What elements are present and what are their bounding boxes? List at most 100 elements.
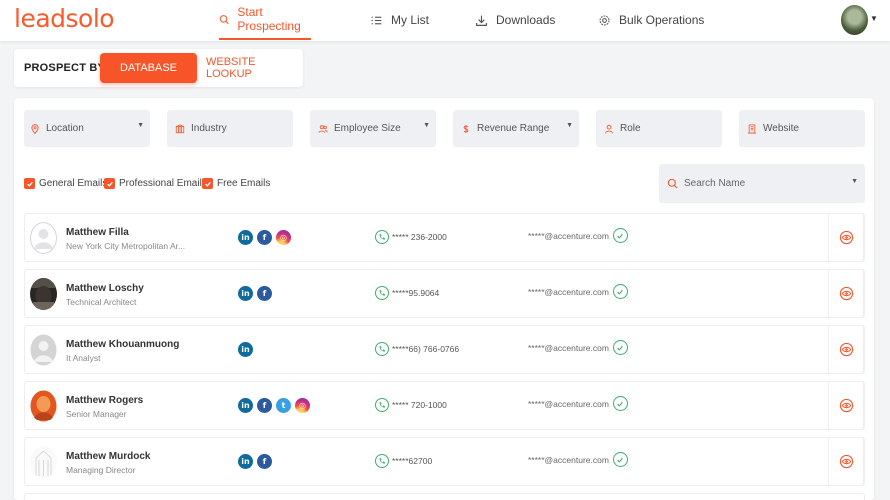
- logo-part-lead: lead: [14, 4, 66, 33]
- contact-phone[interactable]: ***** 236-2000: [375, 230, 447, 244]
- contact-name[interactable]: Matthew Murdock: [66, 451, 150, 462]
- contact-row[interactable]: Matthew Murdock Managing Director in f *…: [24, 437, 865, 486]
- view-contact-button[interactable]: [828, 269, 864, 318]
- contact-row-partial: [24, 493, 865, 500]
- website-lookup-button[interactable]: WEBSITE LOOKUP: [206, 53, 301, 83]
- view-contact-button[interactable]: [828, 381, 864, 430]
- checkbox-label: General Emails: [39, 178, 108, 189]
- contact-title: Technical Architect: [66, 297, 137, 307]
- twitter-icon[interactable]: t: [276, 398, 291, 413]
- contact-title: New York City Metropolitan Ar...: [66, 241, 186, 251]
- facebook-icon[interactable]: f: [257, 286, 272, 301]
- contact-title: Managing Director: [66, 465, 136, 475]
- contact-row[interactable]: Matthew Filla New York City Metropolitan…: [24, 213, 865, 262]
- view-contact-button[interactable]: [828, 213, 864, 262]
- linkedin-icon[interactable]: in: [238, 454, 253, 469]
- check-icon: [24, 178, 35, 189]
- download-icon: [476, 15, 487, 26]
- leadsolo-logo[interactable]: leadsolo: [14, 4, 115, 33]
- facebook-icon[interactable]: f: [257, 454, 272, 469]
- nav-label: Bulk Operations: [619, 13, 705, 27]
- general-emails-checkbox[interactable]: General Emails: [24, 178, 107, 189]
- email-address: *****@accenture.com: [528, 398, 609, 409]
- search-icon: [219, 14, 229, 24]
- contact-row[interactable]: Matthew Khouanmuong It Analyst in *****6…: [24, 325, 865, 374]
- contact-name[interactable]: Matthew Filla: [66, 227, 129, 238]
- chevron-down-icon: ▼: [851, 178, 858, 185]
- email-address: *****@accenture.com: [528, 230, 609, 241]
- email-address: *****@accenture.com: [528, 342, 609, 353]
- contact-email[interactable]: *****@accenture.com: [528, 340, 628, 355]
- professional-emails-checkbox[interactable]: Professional Emails: [104, 178, 207, 189]
- facebook-icon[interactable]: f: [257, 398, 272, 413]
- social-links: in f t ◎: [238, 398, 310, 413]
- location-filter[interactable]: Location ▼: [24, 110, 150, 147]
- linkedin-icon[interactable]: in: [238, 230, 253, 245]
- view-contact-button[interactable]: [828, 325, 864, 374]
- instagram-icon[interactable]: ◎: [295, 398, 310, 413]
- linkedin-icon[interactable]: in: [238, 398, 253, 413]
- filter-label: Revenue Range: [477, 123, 550, 134]
- contact-name[interactable]: Matthew Khouanmuong: [66, 339, 179, 350]
- contact-phone[interactable]: *****62700: [375, 454, 432, 468]
- phone-icon: [375, 230, 389, 244]
- checkbox-label: Professional Emails: [119, 178, 207, 189]
- employee-size-filter[interactable]: Employee Size ▼: [310, 110, 436, 147]
- social-links: in: [238, 342, 253, 357]
- phone-number: *****95.9064: [392, 288, 440, 298]
- checkbox-label: Free Emails: [217, 178, 271, 189]
- eye-icon: [839, 342, 853, 357]
- instagram-icon[interactable]: ◎: [276, 230, 291, 245]
- eye-icon: [839, 230, 853, 245]
- eye-icon: [839, 398, 853, 413]
- facebook-icon[interactable]: f: [257, 230, 272, 245]
- contact-email[interactable]: *****@accenture.com: [528, 228, 628, 243]
- contact-row[interactable]: Matthew Rogers Senior Manager in f t ◎ *…: [24, 381, 865, 430]
- contact-row[interactable]: Matthew Loschy Technical Architect in f …: [24, 269, 865, 318]
- phone-icon: [375, 398, 389, 412]
- contact-phone[interactable]: *****95.9064: [375, 286, 439, 300]
- chevron-down-icon: ▼: [137, 122, 144, 129]
- nav-bulk-operations[interactable]: Bulk Operations: [598, 0, 704, 40]
- phone-icon: [375, 454, 389, 468]
- free-emails-checkbox[interactable]: Free Emails: [202, 178, 270, 189]
- prospect-results-panel: Location ▼ Industry Employee Size ▼ Reve…: [14, 98, 874, 500]
- industry-filter[interactable]: Industry: [167, 110, 293, 147]
- phone-number: ***** 236-2000: [392, 232, 447, 242]
- contact-phone[interactable]: *****66) 766-0766: [375, 342, 459, 356]
- gear-icon: [599, 15, 610, 25]
- view-contact-button[interactable]: [828, 437, 864, 486]
- nav-downloads[interactable]: Downloads: [475, 0, 555, 40]
- contact-email[interactable]: *****@accenture.com: [528, 284, 628, 299]
- nav-start-prospecting[interactable]: Start Prospecting: [219, 0, 311, 40]
- linkedin-icon[interactable]: in: [238, 342, 253, 357]
- contact-email[interactable]: *****@accenture.com: [528, 396, 628, 411]
- map-pin-icon: [31, 123, 39, 134]
- verified-check-icon: [612, 228, 628, 243]
- social-links: in f: [238, 454, 272, 469]
- filter-label: Location: [46, 123, 84, 134]
- chevron-down-icon[interactable]: ▼: [870, 14, 878, 23]
- database-button[interactable]: DATABASE: [100, 53, 197, 83]
- nav-label: Start Prospecting: [237, 5, 301, 33]
- users-icon: [318, 124, 328, 133]
- search-icon: [667, 178, 678, 189]
- role-filter[interactable]: Role: [596, 110, 722, 147]
- contact-phone[interactable]: ***** 720-1000: [375, 398, 447, 412]
- email-address: *****@accenture.com: [528, 454, 609, 465]
- phone-icon: [375, 286, 389, 300]
- contact-email[interactable]: *****@accenture.com: [528, 452, 628, 467]
- contact-name[interactable]: Matthew Rogers: [66, 395, 143, 406]
- contact-name[interactable]: Matthew Loschy: [66, 283, 144, 294]
- contact-title: Senior Manager: [66, 409, 127, 419]
- search-name-input[interactable]: Search Name ▼: [659, 164, 865, 203]
- linkedin-icon[interactable]: in: [238, 286, 253, 301]
- nav-my-list[interactable]: My List: [370, 0, 429, 40]
- top-navigation-bar: leadsolo Start Prospecting My List Downl…: [0, 0, 890, 41]
- revenue-range-filter[interactable]: Revenue Range ▼: [453, 110, 579, 147]
- chevron-down-icon: ▼: [566, 122, 573, 129]
- avatar: [30, 390, 57, 422]
- website-filter[interactable]: Website: [739, 110, 865, 147]
- user-avatar[interactable]: [841, 5, 868, 35]
- nav-label: Downloads: [496, 13, 556, 27]
